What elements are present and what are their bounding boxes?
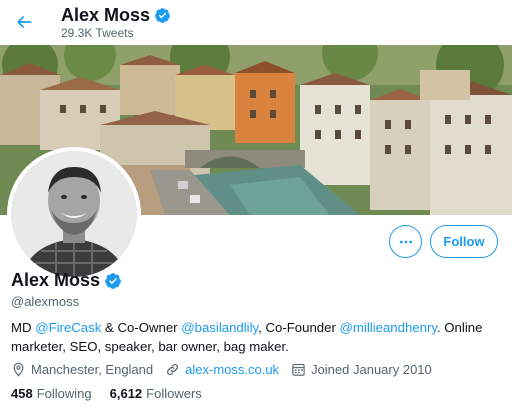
tweet-count: 29.3K Tweets [61, 26, 134, 40]
profile-name-row: Alex Moss [11, 270, 122, 291]
calendar-icon [292, 363, 305, 376]
link-icon [167, 363, 179, 375]
avatar-photo [11, 151, 137, 277]
arrow-left-icon [17, 16, 32, 28]
header-name: Alex Moss [61, 5, 151, 25]
followers-stat[interactable]: 6,612 Followers [110, 386, 202, 401]
location-text: Manchester, England [31, 361, 154, 377]
website-item: alex-moss.co.uk [165, 362, 279, 377]
follow-button[interactable]: Follow [430, 225, 498, 258]
more-options-button[interactable] [389, 225, 422, 258]
followers-label: Followers [146, 386, 202, 401]
follow-stats: 458 Following 6,612 Followers [11, 386, 202, 401]
avatar [11, 151, 137, 277]
verified-badge-icon [105, 272, 121, 289]
bio-text: MD [11, 320, 36, 335]
bio-text: , Co-Founder [258, 320, 340, 335]
mention-link-basilandlily[interactable]: @basilandlily [181, 320, 258, 335]
following-count: 458 [11, 386, 33, 401]
mention-link-firecask[interactable]: @FireCask [35, 320, 101, 335]
profile-handle: @alexmoss [11, 294, 80, 309]
location-item: Manchester, England [11, 362, 153, 377]
header-title: Alex Moss [61, 4, 171, 26]
profile-bio: MD @FireCask & Co-Owner @basilandlily, C… [11, 318, 507, 356]
more-horizontal-icon [399, 240, 412, 243]
profile-name: Alex Moss [11, 270, 101, 290]
website-link[interactable]: alex-moss.co.uk [185, 362, 279, 377]
verified-badge-icon [155, 7, 170, 23]
profile-avatar[interactable] [7, 147, 141, 281]
mention-link-millieandhenry[interactable]: @millieandhenry [340, 320, 437, 335]
following-stat[interactable]: 458 Following [11, 386, 92, 401]
joined-text: Joined January 2010 [311, 361, 432, 377]
joined-item: Joined January 2010 [291, 362, 432, 377]
profile-header-bar: Alex Moss 29.3K Tweets [0, 0, 512, 45]
profile-meta: Manchester, England alex-moss.co.uk Join… [11, 360, 444, 378]
back-button[interactable] [8, 6, 40, 38]
bio-text: & Co-Owner [101, 320, 182, 335]
followers-count: 6,612 [109, 386, 143, 401]
following-label: Following [36, 386, 92, 401]
location-pin-icon [13, 362, 24, 377]
